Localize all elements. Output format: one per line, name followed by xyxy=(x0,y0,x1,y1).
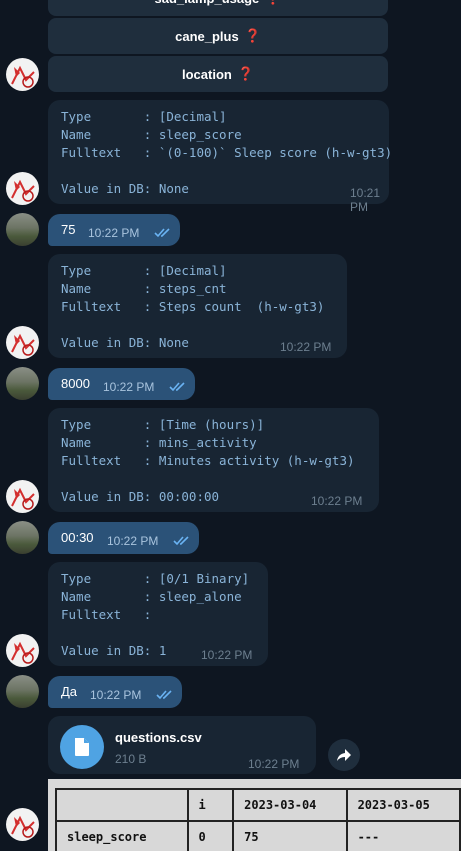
bot-message-sleep-score[interactable]: Type : [Decimal] Name : sleep_score Full… xyxy=(48,100,393,214)
message-text: Type : [Decimal] Name : sleep_score Full… xyxy=(61,109,393,196)
message-text: Да xyxy=(61,684,78,699)
double-check-icon xyxy=(156,690,172,700)
bot-logo-icon xyxy=(11,179,35,202)
message-time: 10:22 PM xyxy=(107,534,159,548)
message-time: 10:22 PM xyxy=(90,688,142,702)
user-avatar[interactable] xyxy=(6,675,39,708)
bot-message-sleep-alone[interactable]: Type : [0/1 Binary] Name : sleep_alone F… xyxy=(48,562,268,666)
bot-message-file[interactable]: questions.csv 210 B 10:22 PM xyxy=(48,716,316,774)
double-check-icon xyxy=(154,228,170,238)
button-label: cane_plus xyxy=(175,28,239,44)
share-arrow-icon xyxy=(337,749,351,761)
table-header-cell xyxy=(55,788,189,822)
bot-logo-icon xyxy=(11,487,35,510)
message-time: 10:22 PM xyxy=(280,340,332,354)
message-time: 10:22 PM xyxy=(103,380,155,394)
keyboard-button-sad-lamp-usage[interactable]: sad_lamp_usage ❓ xyxy=(48,0,388,16)
message-text: 00:30 xyxy=(61,530,94,545)
bot-message-steps-cnt[interactable]: Type : [Decimal] Name : steps_cnt Fullte… xyxy=(48,254,347,358)
user-message-0030[interactable]: 00:30 10:22 PM xyxy=(48,522,199,554)
bot-avatar[interactable] xyxy=(6,634,39,667)
user-avatar[interactable] xyxy=(6,521,39,554)
user-message-da[interactable]: Да 10:22 PM xyxy=(48,676,182,708)
table-cell: 0 xyxy=(186,820,235,851)
data-table: i 2023-03-04 2023-03-05 sleep_score 0 75… xyxy=(55,788,461,851)
message-time: 10:22 PM xyxy=(311,494,363,508)
double-check-icon xyxy=(173,536,189,546)
user-message-8000[interactable]: 8000 10:22 PM xyxy=(48,368,195,400)
message-text: Type : [Time (hours)] Name : mins_activi… xyxy=(61,417,355,504)
table-header-cell: 2023-03-04 xyxy=(232,788,348,822)
message-text: 8000 xyxy=(61,376,90,391)
button-label: location xyxy=(181,66,232,82)
keyboard-button-location[interactable]: location ❓ xyxy=(48,56,388,92)
message-time: 10:22 PM xyxy=(201,648,253,662)
message-time: 10:22 PM xyxy=(88,226,140,240)
question-mark-icon: ❓ xyxy=(237,66,255,81)
table-image[interactable]: i 2023-03-04 2023-03-05 sleep_score 0 75… xyxy=(48,779,461,851)
user-avatar[interactable] xyxy=(6,367,39,400)
user-message-75[interactable]: 75 10:22 PM xyxy=(48,214,180,246)
bot-avatar[interactable] xyxy=(6,172,39,205)
table-header-cell: 2023-03-05 xyxy=(345,788,461,822)
table-cell: --- xyxy=(345,820,461,851)
table-row: sleep_score 0 75 --- xyxy=(55,820,461,851)
bot-logo-icon xyxy=(11,65,35,88)
message-time: 10:21 PM xyxy=(350,186,381,214)
message-text: 75 xyxy=(61,222,76,237)
table-cell: sleep_score xyxy=(55,820,189,851)
question-mark-icon: ❓ xyxy=(244,28,261,43)
table-cell: 75 xyxy=(232,820,348,851)
file-name[interactable]: questions.csv xyxy=(115,730,202,745)
question-mark-icon: ❓ xyxy=(265,0,281,6)
user-avatar[interactable] xyxy=(6,213,39,246)
bot-logo-icon xyxy=(11,641,35,664)
document-icon[interactable] xyxy=(60,725,104,769)
file-size: 210 B xyxy=(115,752,147,766)
bot-avatar[interactable] xyxy=(6,808,39,841)
message-time: 10:22 PM xyxy=(248,757,300,771)
bot-message-mins-activity[interactable]: Type : [Time (hours)] Name : mins_activi… xyxy=(48,408,379,512)
bot-avatar[interactable] xyxy=(6,326,39,359)
bot-avatar[interactable] xyxy=(6,480,39,513)
button-label: sad_lamp_usage xyxy=(155,0,260,6)
share-button[interactable] xyxy=(328,739,360,771)
table-header-cell: i xyxy=(186,788,235,822)
table-header-row: i 2023-03-04 2023-03-05 xyxy=(55,788,461,822)
double-check-icon xyxy=(169,382,185,392)
bot-avatar[interactable] xyxy=(6,58,39,91)
bot-logo-icon xyxy=(11,815,35,838)
message-text: Type : [Decimal] Name : steps_cnt Fullte… xyxy=(61,263,325,350)
bot-logo-icon xyxy=(11,333,35,356)
message-text: Type : [0/1 Binary] Name : sleep_alone F… xyxy=(61,571,250,658)
keyboard-button-cane-plus[interactable]: cane_plus ❓ xyxy=(48,18,388,54)
